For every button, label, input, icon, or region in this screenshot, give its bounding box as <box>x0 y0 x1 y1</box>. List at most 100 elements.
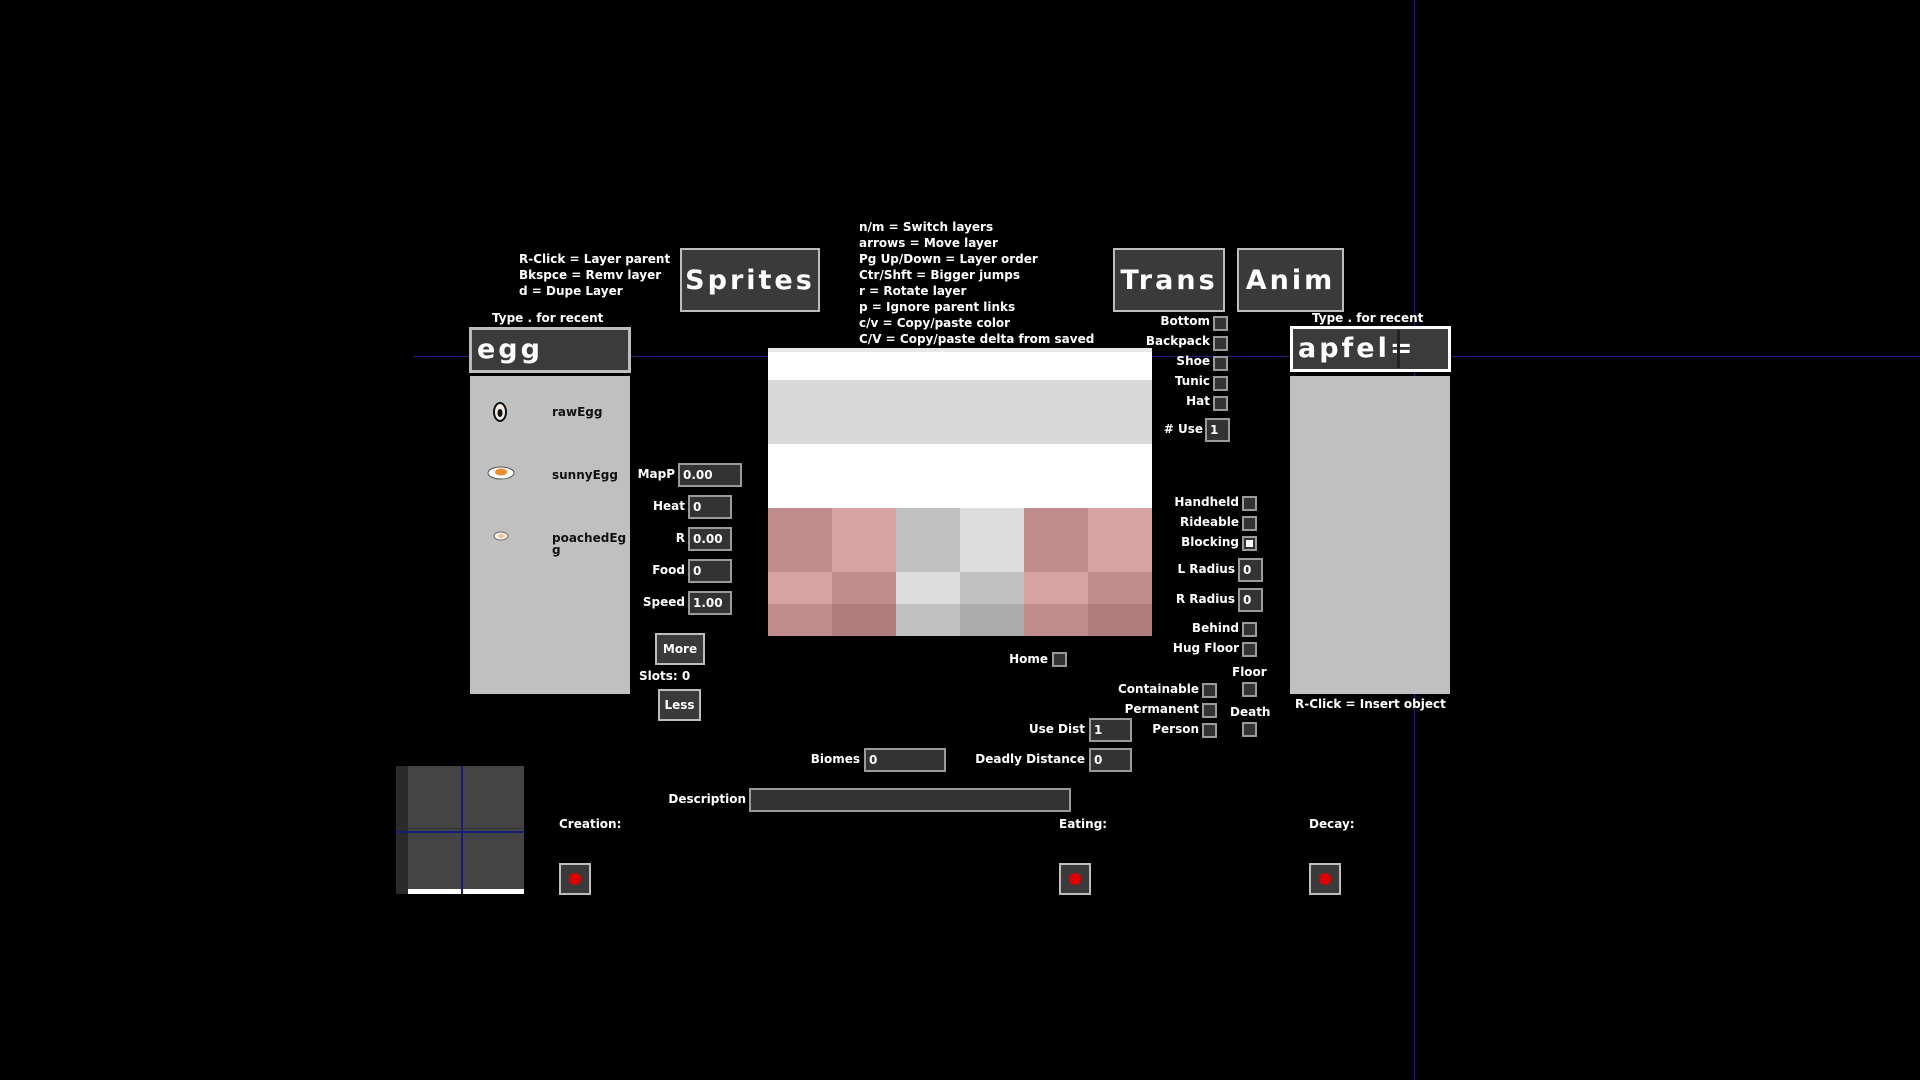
mapp-field[interactable]: 0.00 <box>678 463 742 487</box>
person-label: Person <box>1152 722 1199 736</box>
list-item[interactable]: sunnyEgg <box>470 453 630 513</box>
shoe-checkbox[interactable] <box>1213 356 1228 371</box>
num-use-field[interactable]: 1 <box>1205 418 1230 442</box>
behind-label: Behind <box>1191 621 1239 635</box>
horizontal-guide-line <box>413 356 1920 357</box>
record-icon <box>1319 873 1331 885</box>
description-label: Description <box>668 792 746 806</box>
poached-egg-icon <box>493 531 509 541</box>
help-line: r = Rotate layer <box>859 284 967 298</box>
help-line: Ctr/Shft = Bigger jumps <box>859 268 1020 282</box>
sprite-search-input[interactable]: egg <box>469 327 631 373</box>
permanent-checkbox[interactable] <box>1202 703 1217 718</box>
handheld-label: Handheld <box>1174 495 1239 509</box>
use-dist-label: Use Dist <box>1028 722 1085 736</box>
containable-checkbox[interactable] <box>1202 683 1217 698</box>
hug-floor-label: Hug Floor <box>1172 641 1239 655</box>
rideable-checkbox[interactable] <box>1242 516 1257 531</box>
death-label: Death <box>1230 705 1271 719</box>
tunic-checkbox[interactable] <box>1213 376 1228 391</box>
sprite-name: rawEgg <box>552 405 603 419</box>
help-line: p = Ignore parent links <box>859 300 1016 314</box>
containable-label: Containable <box>1117 682 1199 696</box>
record-icon <box>1069 873 1081 885</box>
l-radius-label: L Radius <box>1177 562 1235 576</box>
handheld-checkbox[interactable] <box>1242 496 1257 511</box>
heat-field[interactable]: 0 <box>688 495 732 519</box>
use-dist-field[interactable]: 1 <box>1089 718 1132 742</box>
anim-button[interactable]: Anim <box>1237 248 1344 312</box>
permanent-label: Permanent <box>1124 702 1199 716</box>
record-icon <box>569 873 581 885</box>
help-line: c/v = Copy/paste color <box>859 316 1011 330</box>
biomes-label: Biomes <box>810 752 860 766</box>
floor-checkbox[interactable] <box>1242 682 1257 697</box>
shoe-label: Shoe <box>1176 354 1210 368</box>
bottom-checkbox[interactable] <box>1213 316 1228 331</box>
r-label: R <box>675 531 685 545</box>
more-button[interactable]: More <box>655 633 705 665</box>
rideable-label: Rideable <box>1179 515 1239 529</box>
behind-checkbox[interactable] <box>1242 622 1257 637</box>
center-help-text: n/m = Switch layers arrows = Move layer … <box>859 219 1094 347</box>
text-cursor <box>1397 330 1400 368</box>
list-item[interactable]: rawEgg <box>470 390 630 450</box>
less-button[interactable]: Less <box>658 689 701 721</box>
mini-preview-grid[interactable] <box>396 766 524 894</box>
floor-label: Floor <box>1232 665 1267 679</box>
help-line: d = Dupe Layer <box>519 284 623 298</box>
sprites-button[interactable]: Sprites <box>680 248 820 312</box>
decay-record-button[interactable] <box>1309 863 1341 895</box>
biomes-field[interactable]: 0 <box>864 748 946 772</box>
hat-label: Hat <box>1186 394 1210 408</box>
home-label: Home <box>1009 652 1048 666</box>
eating-sound-label: Eating: <box>1059 817 1108 831</box>
r-field[interactable]: 0.00 <box>688 527 732 551</box>
object-list-panel[interactable] <box>1290 376 1450 694</box>
eating-record-button[interactable] <box>1059 863 1091 895</box>
sprite-name: poachedEgg <box>552 531 627 557</box>
list-item[interactable]: poachedEgg <box>470 516 630 576</box>
raw-egg-icon <box>493 402 507 422</box>
person-checkbox[interactable] <box>1202 723 1217 738</box>
backpack-checkbox[interactable] <box>1213 336 1228 351</box>
checker-tiles <box>768 508 1152 636</box>
r-radius-field[interactable]: 0 <box>1238 588 1263 612</box>
l-radius-field[interactable]: 0 <box>1238 558 1263 582</box>
hat-checkbox[interactable] <box>1213 396 1228 411</box>
help-line: C/V = Copy/paste delta from saved <box>859 332 1095 346</box>
blocking-checkbox[interactable] <box>1242 536 1257 551</box>
object-insert-hint: R-Click = Insert object <box>1295 697 1446 711</box>
sprite-list-panel[interactable]: rawEgg sunnyEgg poachedEgg <box>470 376 630 694</box>
object-search-hint: Type . for recent <box>1312 311 1424 325</box>
food-label: Food <box>652 563 685 577</box>
r-radius-label: R Radius <box>1175 592 1235 606</box>
blocking-label: Blocking <box>1181 535 1239 549</box>
sprite-preview-canvas[interactable] <box>768 348 1152 636</box>
num-use-label: # Use <box>1163 422 1203 436</box>
help-line: Bkspce = Remv layer <box>519 268 662 282</box>
decay-sound-label: Decay: <box>1309 817 1355 831</box>
deadly-distance-field[interactable]: 0 <box>1089 748 1132 772</box>
description-field[interactable] <box>749 788 1071 812</box>
help-line: R-Click = Layer parent <box>519 252 671 266</box>
creation-sound-label: Creation: <box>559 817 622 831</box>
help-line: n/m = Switch layers <box>859 220 994 234</box>
death-checkbox[interactable] <box>1242 722 1257 737</box>
trans-button[interactable]: Trans <box>1113 248 1225 312</box>
bottom-label: Bottom <box>1160 314 1210 328</box>
sunny-egg-icon <box>487 466 515 480</box>
home-checkbox[interactable] <box>1052 652 1067 667</box>
speed-field[interactable]: 1.00 <box>688 591 732 615</box>
deadly-distance-label: Deadly Distance <box>975 752 1085 766</box>
left-help-text: R-Click = Layer parent Bkspce = Remv lay… <box>519 251 670 299</box>
object-search-input[interactable]: apfel= <box>1290 326 1451 372</box>
slots-text: Slots: 0 <box>639 669 691 683</box>
heat-label: Heat <box>652 499 685 513</box>
speed-label: Speed <box>642 595 685 609</box>
help-line: arrows = Move layer <box>859 236 998 250</box>
creation-record-button[interactable] <box>559 863 591 895</box>
food-field[interactable]: 0 <box>688 559 732 583</box>
hug-floor-checkbox[interactable] <box>1242 642 1257 657</box>
backpack-label: Backpack <box>1145 334 1210 348</box>
